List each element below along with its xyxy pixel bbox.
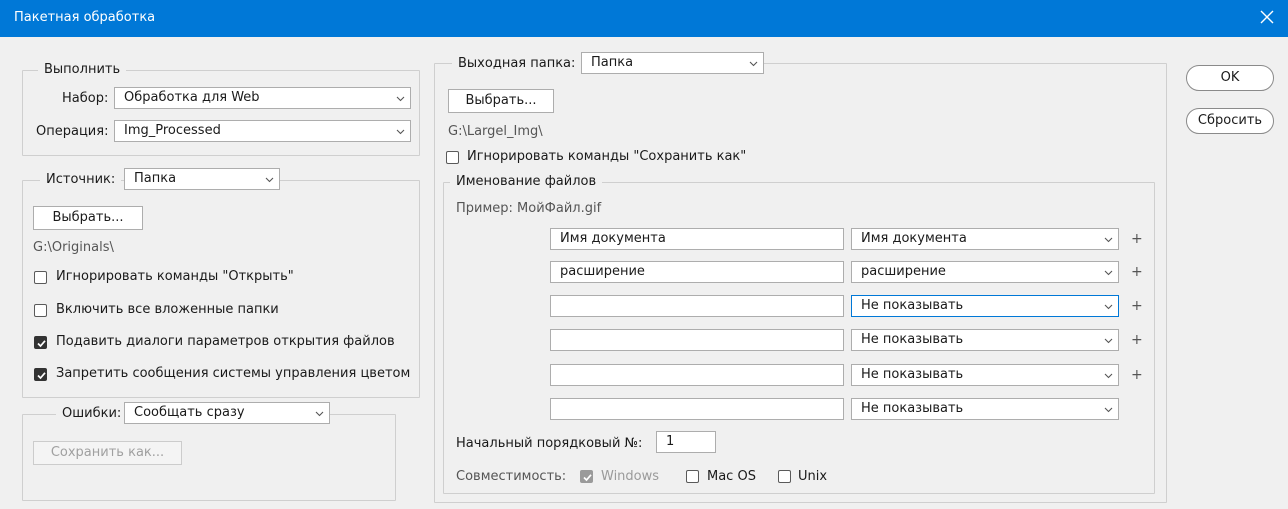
source-path: G:\Originals\ bbox=[33, 240, 114, 255]
set-select[interactable]: Обработка для Web bbox=[114, 87, 411, 109]
ignore-open-label: Игнорировать команды "Открыть" bbox=[56, 269, 294, 284]
naming-select-4[interactable]: Не показывать bbox=[851, 329, 1119, 351]
execute-legend: Выполнить bbox=[38, 62, 127, 78]
checkmark-icon bbox=[37, 372, 46, 380]
naming-example: Пример: МойФайл.gif bbox=[456, 201, 602, 216]
naming-input-4[interactable] bbox=[550, 329, 844, 351]
naming-input-5[interactable] bbox=[550, 364, 844, 386]
chevron-down-icon bbox=[315, 411, 324, 417]
naming-select-4-value: Не показывать bbox=[861, 332, 964, 347]
naming-select-5-value: Не показывать bbox=[861, 367, 964, 382]
execute-group bbox=[22, 70, 420, 156]
window-title: Пакетная обработка bbox=[14, 10, 156, 25]
naming-select-5[interactable]: Не показывать bbox=[851, 364, 1119, 386]
output-select-value: Папка bbox=[591, 55, 634, 70]
operation-select[interactable]: Img_Processed bbox=[114, 120, 411, 142]
errors-label: Ошибки: bbox=[56, 406, 128, 422]
suppress-open-dialogs-checkbox[interactable] bbox=[34, 336, 47, 349]
suppress-color-warnings-checkbox[interactable] bbox=[34, 368, 47, 381]
naming-input-2[interactable]: расширение bbox=[550, 261, 844, 283]
output-path: G:\Largel_Img\ bbox=[448, 124, 543, 139]
output-select[interactable]: Папка bbox=[581, 52, 764, 74]
compat-windows-checkbox[interactable] bbox=[580, 470, 593, 483]
add-row-5-icon[interactable]: + bbox=[1131, 367, 1143, 383]
set-select-value: Обработка для Web bbox=[124, 90, 260, 105]
source-select-value: Папка bbox=[134, 171, 177, 186]
start-serial-label: Начальный порядковый №: bbox=[456, 436, 643, 451]
chevron-down-icon bbox=[1104, 304, 1113, 310]
ignore-open-checkbox[interactable] bbox=[34, 271, 47, 284]
set-label: Набор: bbox=[62, 91, 109, 106]
source-label: Источник: bbox=[40, 172, 122, 188]
naming-select-1-value: Имя документа bbox=[861, 231, 967, 246]
errors-select[interactable]: Сообщать сразу bbox=[124, 402, 330, 424]
naming-input-1[interactable]: Имя документа bbox=[550, 228, 844, 250]
checkmark-icon bbox=[583, 474, 592, 482]
naming-select-6[interactable]: Не показывать bbox=[851, 398, 1119, 420]
chevron-down-icon bbox=[1104, 237, 1113, 243]
operation-label: Операция: bbox=[36, 124, 109, 139]
chevron-down-icon bbox=[1104, 407, 1113, 413]
chevron-down-icon bbox=[749, 61, 758, 67]
compat-macos-label: Mac OS bbox=[707, 469, 756, 484]
operation-select-value: Img_Processed bbox=[124, 123, 221, 138]
compat-macos-checkbox[interactable] bbox=[686, 470, 699, 483]
add-row-1-icon[interactable]: + bbox=[1131, 231, 1143, 247]
save-log-as-button[interactable]: Сохранить как... bbox=[33, 441, 182, 465]
naming-select-3[interactable]: Не показывать bbox=[851, 295, 1119, 317]
chevron-down-icon bbox=[1104, 270, 1113, 276]
ignore-save-as-checkbox[interactable] bbox=[446, 151, 459, 164]
close-icon[interactable] bbox=[1256, 6, 1278, 28]
start-serial-input[interactable]: 1 bbox=[656, 431, 716, 453]
add-row-3-icon[interactable]: + bbox=[1131, 298, 1143, 314]
compat-label: Совместимость: bbox=[456, 469, 567, 484]
add-row-2-icon[interactable]: + bbox=[1131, 264, 1143, 280]
add-row-4-icon[interactable]: + bbox=[1131, 332, 1143, 348]
chevron-down-icon bbox=[1104, 338, 1113, 344]
reset-button[interactable]: Сбросить bbox=[1186, 108, 1274, 134]
ignore-save-as-label: Игнорировать команды "Сохранить как" bbox=[467, 149, 747, 164]
checkmark-icon bbox=[37, 340, 46, 348]
include-subfolders-label: Включить все вложенные папки bbox=[56, 302, 279, 317]
title-bar: Пакетная обработка bbox=[0, 0, 1288, 37]
source-select[interactable]: Папка bbox=[124, 168, 280, 190]
naming-select-1[interactable]: Имя документа bbox=[851, 228, 1119, 250]
chevron-down-icon bbox=[396, 129, 405, 135]
suppress-color-warnings-label: Запретить сообщения системы управления ц… bbox=[56, 366, 411, 381]
errors-select-value: Сообщать сразу bbox=[134, 405, 245, 420]
chevron-down-icon bbox=[1104, 373, 1113, 379]
naming-input-6[interactable] bbox=[550, 398, 844, 420]
file-naming-legend: Именование файлов bbox=[450, 174, 603, 190]
compat-windows-label: Windows bbox=[601, 469, 660, 484]
ok-button[interactable]: OK bbox=[1186, 65, 1274, 91]
naming-select-2-value: расширение bbox=[861, 264, 946, 279]
suppress-open-dialogs-label: Подавить диалоги параметров открытия фай… bbox=[56, 334, 395, 349]
naming-select-3-value: Не показывать bbox=[861, 298, 964, 313]
include-subfolders-checkbox[interactable] bbox=[34, 304, 47, 317]
source-choose-button[interactable]: Выбрать... bbox=[33, 206, 143, 230]
naming-input-3[interactable] bbox=[550, 295, 844, 317]
compat-unix-checkbox[interactable] bbox=[778, 470, 791, 483]
naming-select-2[interactable]: расширение bbox=[851, 261, 1119, 283]
chevron-down-icon bbox=[265, 177, 274, 183]
chevron-down-icon bbox=[396, 96, 405, 102]
compat-unix-label: Unix bbox=[798, 469, 828, 484]
naming-select-6-value: Не показывать bbox=[861, 401, 964, 416]
output-choose-button[interactable]: Выбрать... bbox=[448, 89, 554, 113]
output-label: Выходная папка: bbox=[452, 56, 582, 72]
